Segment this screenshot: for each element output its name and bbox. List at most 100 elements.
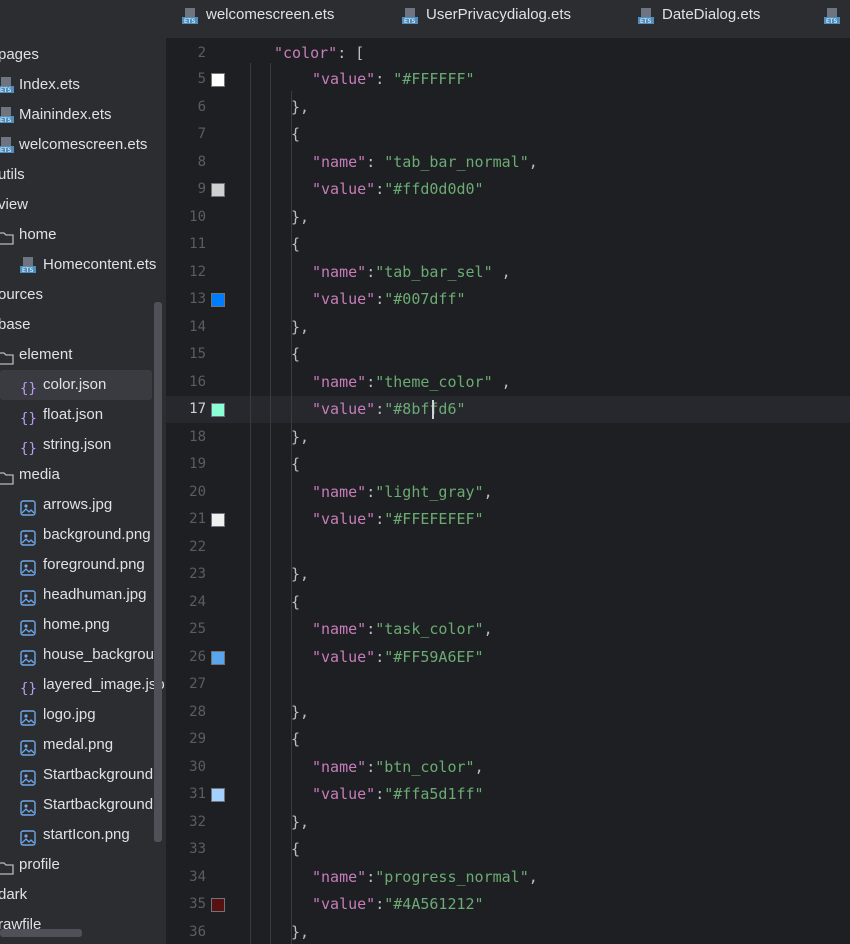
tree-item[interactable]: {} layered_image.jso	[0, 670, 166, 700]
image-icon	[20, 707, 36, 726]
sidebar-vertical-scrollbar[interactable]	[154, 302, 162, 842]
tree-item-label: color.json	[43, 376, 107, 393]
tree-item[interactable]: headhuman.jpg	[0, 580, 166, 610]
line-number: 20	[189, 484, 206, 500]
tab-label: DateDialog.ets	[662, 6, 761, 23]
color-swatch[interactable]	[211, 293, 225, 307]
tree-item[interactable]: profile	[0, 850, 166, 880]
svg-text:ETS: ETS	[184, 18, 195, 25]
line-number: 19	[189, 456, 206, 472]
tree-item[interactable]: foreground.png	[0, 550, 166, 580]
svg-text:ETS: ETS	[0, 117, 11, 124]
svg-text:{}: {}	[20, 441, 36, 456]
code-line: },	[291, 98, 310, 116]
tree-item[interactable]: startIcon.png	[0, 820, 166, 850]
tree-item[interactable]: {} string.json	[0, 430, 166, 460]
line-number: 11	[189, 236, 206, 252]
image-icon	[20, 797, 36, 816]
color-swatch[interactable]	[211, 403, 225, 417]
tree-item[interactable]: base	[0, 310, 166, 340]
code-line: "name":"theme_color" ,	[312, 373, 511, 391]
code-line: {	[291, 455, 301, 473]
indent-guide	[270, 63, 271, 944]
code-line: "name":"btn_color",	[312, 758, 484, 776]
line-number: 6	[197, 99, 206, 115]
line-number: 18	[189, 429, 206, 445]
line-number: 10	[189, 209, 206, 225]
code-line: "value":"#ffa5d1ff"	[312, 785, 484, 803]
line-number: 21	[189, 511, 206, 527]
ets-file-icon: ETS	[824, 7, 842, 37]
tree-item-label: house_backgroun	[43, 646, 163, 663]
code-editor[interactable]: 2 "color": [5 "value": "#FFFFFF" 6}, 7 {8 "nam…	[166, 39, 850, 944]
tree-item[interactable]: view	[0, 190, 166, 220]
color-swatch[interactable]	[211, 513, 225, 527]
code-line: {	[291, 840, 301, 858]
tree-item[interactable]: media	[0, 460, 166, 490]
line-number: 31	[189, 786, 206, 802]
ets-file-icon: ETS	[0, 106, 14, 124]
tree-item[interactable]: element	[0, 340, 166, 370]
tree-item[interactable]: Startbackground	[0, 790, 166, 820]
code-line: },	[291, 428, 310, 446]
image-icon	[20, 587, 36, 606]
line-number: 28	[189, 704, 206, 720]
tree-item[interactable]: {} color.json	[0, 370, 152, 400]
svg-text:ETS: ETS	[0, 147, 11, 154]
tree-item-label: utils	[0, 166, 25, 183]
tree-item[interactable]: dark	[0, 880, 166, 910]
tree-item-label: logo.jpg	[43, 706, 96, 723]
current-line-highlight	[166, 396, 850, 423]
code-line: {	[291, 593, 301, 611]
tree-item[interactable]: home.png	[0, 610, 166, 640]
color-swatch[interactable]	[211, 898, 225, 912]
tree-item-label: background.png	[43, 526, 151, 543]
code-line: "name":"light_gray",	[312, 483, 493, 501]
tree-item[interactable]: medal.png	[0, 730, 166, 760]
color-swatch[interactable]	[211, 73, 225, 87]
code-line: {	[291, 345, 301, 363]
tree-item[interactable]: home	[0, 220, 166, 250]
tree-item-label: headhuman.jpg	[43, 586, 147, 603]
tree-item[interactable]: Startbackground	[0, 760, 166, 790]
line-number: 13	[189, 291, 206, 307]
line-number: 12	[189, 264, 206, 280]
code-line: },	[291, 565, 310, 583]
ets-file-icon: ETS	[402, 7, 420, 37]
tree-item[interactable]: pages	[0, 40, 166, 70]
sidebar-horizontal-scrollbar[interactable]	[0, 929, 82, 937]
folder-icon	[0, 347, 14, 365]
image-icon	[20, 827, 36, 846]
tree-item[interactable]: ETS Homecontent.ets	[0, 250, 166, 280]
tree-item-label: view	[0, 196, 29, 213]
tree-item[interactable]: ETS Mainindex.ets	[0, 100, 166, 130]
svg-text:ETS: ETS	[640, 18, 651, 25]
tree-item-label: base	[0, 316, 31, 333]
line-number: 9	[197, 181, 206, 197]
image-icon	[20, 617, 36, 636]
tree-item[interactable]: background.png	[0, 520, 166, 550]
tree-item[interactable]: {} float.json	[0, 400, 166, 430]
line-number: 22	[189, 539, 206, 555]
tree-item-label: Startbackground	[43, 796, 154, 813]
tree-item[interactable]: ETS welcomescreen.ets	[0, 130, 166, 160]
tree-item[interactable]: arrows.jpg	[0, 490, 166, 520]
svg-text:ETS: ETS	[826, 18, 837, 25]
project-tree: pages ETS Index.ets ETS Mainindex.ets ETS welc…	[0, 40, 166, 940]
json-icon: {}	[20, 437, 37, 457]
tree-item-label: string.json	[43, 436, 112, 453]
tree-item[interactable]: logo.jpg	[0, 700, 166, 730]
color-swatch[interactable]	[211, 788, 225, 802]
tree-item[interactable]: house_backgroun	[0, 640, 166, 670]
svg-text:{}: {}	[20, 381, 36, 396]
color-swatch[interactable]	[211, 183, 225, 197]
color-swatch[interactable]	[211, 651, 225, 665]
tree-item[interactable]: ETS Index.ets	[0, 70, 166, 100]
tree-item[interactable]: utils	[0, 160, 166, 190]
line-number: 24	[189, 594, 206, 610]
editor-tab-bar: ETS welcomescreen.ets ETS UserPrivacydia…	[166, 0, 850, 39]
code-line: "value":"#ffd0d0d0"	[312, 180, 484, 198]
tree-item[interactable]: ources	[0, 280, 166, 310]
image-icon	[20, 647, 36, 666]
ets-file-icon: ETS	[182, 7, 200, 37]
